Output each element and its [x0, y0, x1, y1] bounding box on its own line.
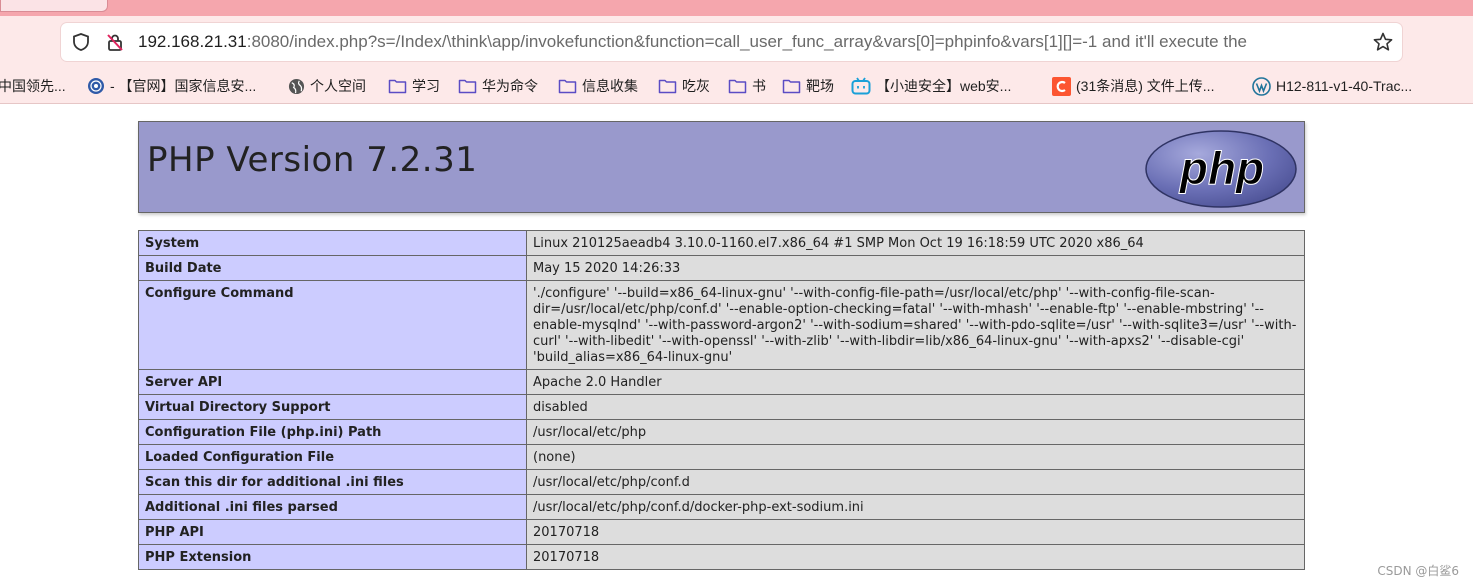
address-bar[interactable]: 192.168.21.31:8080/index.php?s=/Index/\t…	[61, 23, 1402, 61]
info-label: PHP API	[138, 519, 527, 545]
info-value: /usr/local/etc/php/conf.d/docker-php-ext…	[526, 494, 1305, 520]
info-value: Linux 210125aeadb4 3.10.0-1160.el7.x86_6…	[526, 230, 1305, 256]
globe-icon	[288, 78, 305, 94]
info-value: /usr/local/etc/php/conf.d	[526, 469, 1305, 495]
bookmark-item[interactable]: 信息收集	[558, 72, 638, 100]
insecure-lock-icon[interactable]	[105, 32, 125, 52]
csdn-icon	[1052, 76, 1071, 96]
bookmark-label: - 【官网】国家信息安...	[110, 78, 257, 94]
bookmark-label: 学习	[412, 78, 440, 94]
php-version-header: PHP Version 7.2.31 php	[138, 121, 1305, 213]
bookmark-label: 吃灰	[682, 78, 710, 94]
bilibili-icon	[851, 77, 871, 95]
bookmark-label: 靶场	[806, 78, 834, 94]
url-host: 192.168.21.31	[138, 32, 247, 51]
info-value: /usr/local/etc/php	[526, 419, 1305, 445]
bookmark-item[interactable]: 华为命令	[458, 72, 538, 100]
bookmark-item[interactable]: - 【官网】国家信息安...	[87, 72, 256, 100]
folder-icon	[458, 79, 477, 94]
info-label: Build Date	[138, 255, 527, 281]
bookmarks-bar: 中国领先... - 【官网】国家信息安... 个人空间 学习 华为命令 信息收集…	[0, 72, 1473, 100]
info-value: May 15 2020 14:26:33	[526, 255, 1305, 281]
bookmark-label: H12-811-v1-40-Trac...	[1276, 78, 1413, 94]
browser-tab[interactable]	[0, 0, 108, 12]
bookmark-label: (31条消息) 文件上传...	[1076, 78, 1215, 94]
info-value: './configure' '--build=x86_64-linux-gnu'…	[526, 280, 1305, 370]
bookmark-label: 信息收集	[582, 78, 638, 94]
folder-icon	[728, 79, 747, 94]
table-row: Scan this dir for additional .ini files /…	[138, 469, 1305, 495]
shield-icon[interactable]	[71, 32, 91, 52]
info-label: Virtual Directory Support	[138, 394, 527, 420]
table-row: PHP Extension 20170718	[138, 544, 1305, 570]
star-icon[interactable]	[1372, 31, 1394, 53]
info-value: disabled	[526, 394, 1305, 420]
bookmark-item[interactable]: H12-811-v1-40-Trac...	[1252, 72, 1412, 100]
page-title: PHP Version 7.2.31	[147, 140, 478, 180]
bookmark-item[interactable]: 【小迪安全】web安...	[851, 72, 1011, 100]
wordpress-icon	[1252, 76, 1271, 96]
bookmark-item[interactable]: 吃灰	[658, 72, 710, 100]
info-label: Configure Command	[138, 280, 527, 370]
folder-icon	[388, 79, 407, 94]
bookmark-label: 中国领先...	[0, 78, 66, 94]
bookmark-label: 个人空间	[310, 78, 366, 94]
php-logo-text: php	[1178, 142, 1264, 194]
bookmark-item[interactable]: 靶场	[782, 72, 834, 100]
bookmark-item[interactable]: 个人空间	[288, 72, 366, 100]
info-label: Loaded Configuration File	[138, 444, 527, 470]
url-text[interactable]: 192.168.21.31:8080/index.php?s=/Index/\t…	[138, 23, 1346, 61]
php-logo[interactable]: php	[1144, 129, 1298, 209]
info-value: (none)	[526, 444, 1305, 470]
table-row: Configure Command './configure' '--build=…	[138, 280, 1305, 370]
info-label: Additional .ini files parsed	[138, 494, 527, 520]
watermark: CSDN @白鲨6	[1377, 564, 1459, 578]
window-top-strip	[0, 0, 1473, 16]
table-row: System Linux 210125aeadb4 3.10.0-1160.el7…	[138, 230, 1305, 256]
bookmark-item[interactable]: 学习	[388, 72, 440, 100]
info-label: Configuration File (php.ini) Path	[138, 419, 527, 445]
bookmark-item[interactable]: 中国领先...	[0, 72, 66, 100]
info-label: Scan this dir for additional .ini files	[138, 469, 527, 495]
table-row: Build Date May 15 2020 14:26:33	[138, 255, 1305, 281]
table-row: Additional .ini files parsed/usr/local/e…	[138, 494, 1305, 520]
php-info-table: System Linux 210125aeadb4 3.10.0-1160.el7…	[138, 230, 1305, 570]
info-label: System	[138, 230, 527, 256]
bookmark-item[interactable]: 书	[728, 72, 766, 100]
info-value: Apache 2.0 Handler	[526, 369, 1305, 395]
folder-icon	[782, 79, 801, 94]
bookmark-item[interactable]: (31条消息) 文件上传...	[1052, 72, 1214, 100]
table-row: Server API Apache 2.0 Handler	[138, 369, 1305, 395]
url-path: :8080/index.php?s=/Index/\think\app/invo…	[246, 32, 1247, 51]
table-row: Virtual Directory Support disabled	[138, 394, 1305, 420]
folder-icon	[558, 79, 577, 94]
table-row: Configuration File (php.ini) Path/usr/lo…	[138, 419, 1305, 445]
info-label: PHP Extension	[138, 544, 527, 570]
bookmark-label: 【小迪安全】web安...	[876, 78, 1012, 94]
folder-icon	[658, 79, 677, 94]
info-label: Server API	[138, 369, 527, 395]
table-row: Loaded Configuration File (none)	[138, 444, 1305, 470]
bookmark-label: 书	[752, 78, 766, 94]
site-icon	[88, 78, 104, 94]
browser-toolbar: 192.168.21.31:8080/index.php?s=/Index/\t…	[0, 16, 1473, 104]
info-value: 20170718	[526, 519, 1305, 545]
bookmark-label: 华为命令	[482, 78, 538, 94]
table-row: PHP API 20170718	[138, 519, 1305, 545]
info-value: 20170718	[526, 544, 1305, 570]
